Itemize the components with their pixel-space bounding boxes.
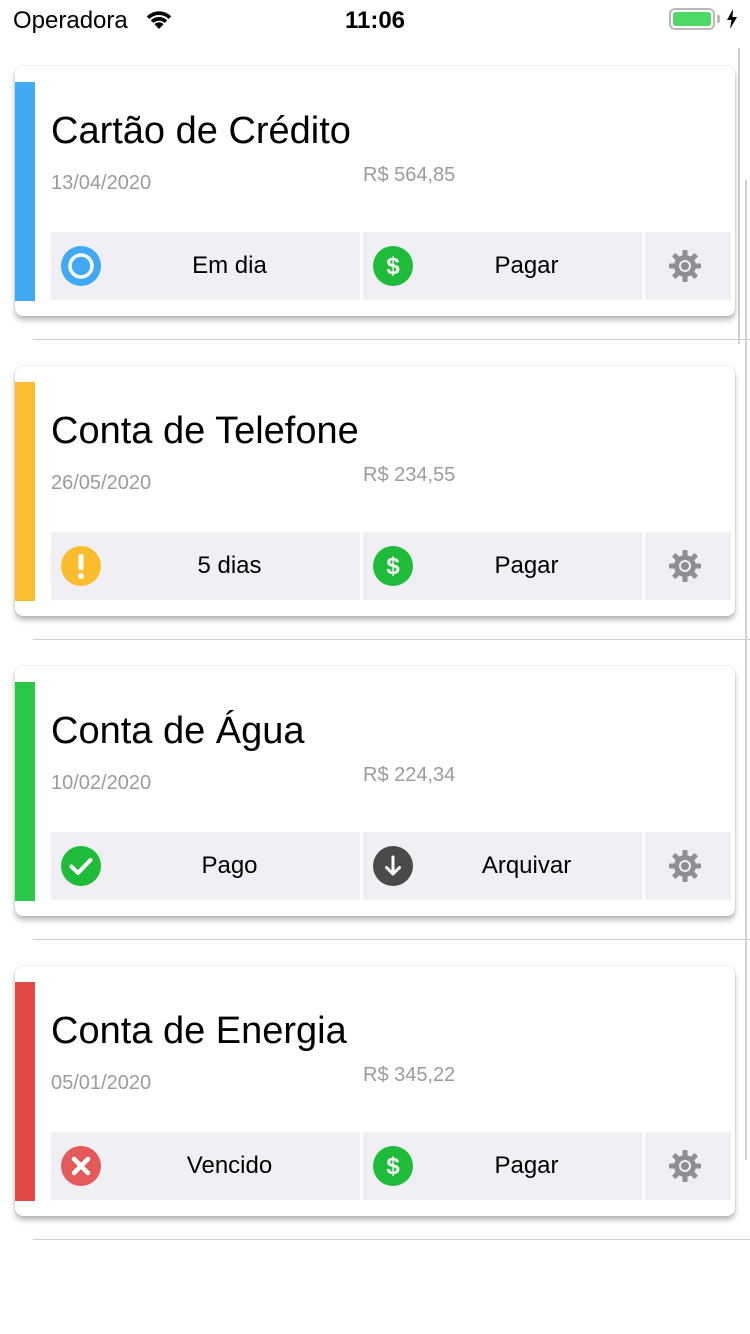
bill-amount: R$ 224,34 <box>363 764 456 786</box>
status-label: Vencido <box>186 1152 273 1179</box>
pay-label: Pagar <box>494 552 559 579</box>
bill-amount: R$ 564,85 <box>363 164 456 186</box>
bill-date: 26/05/2020 <box>51 472 152 494</box>
bill-card[interactable]: Cartão de Crédito 13/04/2020 R$ 564,85 E… <box>15 66 735 316</box>
status-stripe <box>15 682 35 901</box>
bill-card[interactable]: Conta de Água 10/02/2020 R$ 224,34 Pago … <box>15 666 735 916</box>
gear-icon <box>668 249 702 283</box>
gear-icon <box>668 849 702 883</box>
pay-button[interactable]: $ Pagar <box>363 232 642 300</box>
dollar-icon: $ <box>373 246 413 286</box>
svg-text:$: $ <box>386 253 400 280</box>
bill-row[interactable]: Conta de Energia 05/01/2020 R$ 345,22 Ve… <box>0 900 750 1240</box>
bill-date: 05/01/2020 <box>51 1072 152 1094</box>
bill-title: Conta de Água <box>51 710 305 752</box>
status-button[interactable]: 5 dias <box>51 532 360 600</box>
check-icon <box>61 846 101 886</box>
status-stripe <box>15 82 35 301</box>
bill-title: Conta de Telefone <box>51 410 359 452</box>
bill-amount: R$ 345,22 <box>363 1064 456 1086</box>
dollar-icon: $ <box>373 546 413 586</box>
svg-text:$: $ <box>386 553 400 580</box>
archive-button[interactable]: Arquivar <box>363 832 642 900</box>
settings-button[interactable] <box>645 1132 731 1200</box>
archive-label: Arquivar <box>481 852 572 879</box>
svg-text:$: $ <box>386 1153 400 1180</box>
status-button[interactable]: Vencido <box>51 1132 360 1200</box>
bill-card[interactable]: Conta de Telefone 26/05/2020 R$ 234,55 5… <box>15 366 735 616</box>
settings-button[interactable] <box>645 532 731 600</box>
status-button[interactable]: Em dia <box>51 232 360 300</box>
bill-title: Conta de Energia <box>51 1010 347 1052</box>
bill-date: 13/04/2020 <box>51 172 152 194</box>
bill-card[interactable]: Conta de Energia 05/01/2020 R$ 345,22 Ve… <box>15 966 735 1216</box>
status-label: Em dia <box>192 252 267 279</box>
warning-icon <box>61 546 101 586</box>
archive-down-icon <box>373 846 413 886</box>
bill-title: Cartão de Crédito <box>51 110 351 152</box>
circle-outline-icon <box>61 246 101 286</box>
dollar-icon: $ <box>373 1146 413 1186</box>
status-label: 5 dias <box>197 552 262 579</box>
status-button[interactable]: Pago <box>51 832 360 900</box>
gear-icon <box>668 549 702 583</box>
close-icon <box>61 1146 101 1186</box>
settings-button[interactable] <box>645 832 731 900</box>
bill-date: 10/02/2020 <box>51 772 152 794</box>
pay-button[interactable]: $ Pagar <box>363 1132 642 1200</box>
settings-button[interactable] <box>645 232 731 300</box>
status-label: Pago <box>201 852 258 879</box>
row-separator <box>33 1239 750 1240</box>
bill-amount: R$ 234,55 <box>363 464 456 486</box>
bill-row[interactable]: Cartão de Crédito 13/04/2020 R$ 564,85 E… <box>0 0 750 340</box>
status-stripe <box>15 982 35 1201</box>
bill-row[interactable]: Conta de Água 10/02/2020 R$ 224,34 Pago … <box>0 600 750 940</box>
pay-button[interactable]: $ Pagar <box>363 532 642 600</box>
gear-icon <box>668 1149 702 1183</box>
bill-row[interactable]: Conta de Telefone 26/05/2020 R$ 234,55 5… <box>0 300 750 640</box>
pay-label: Pagar <box>494 1152 559 1179</box>
pay-label: Pagar <box>494 252 559 279</box>
status-stripe <box>15 382 35 601</box>
